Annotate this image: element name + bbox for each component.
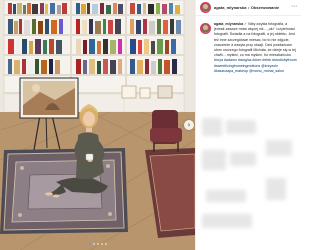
photo-illustration (0, 0, 195, 250)
carousel-dot (104, 243, 107, 245)
post-side-panel: agata_mlynarska • Obserwowanie ⋯ agata_m… (195, 0, 301, 250)
verified-badge-icon: ✔ (244, 22, 248, 26)
caption-hashtags[interactable]: #ruya #adamo #awg/ca #dom #etek #studiob… (214, 58, 297, 72)
caption-avatar[interactable] (200, 23, 211, 34)
caption-body: Niby zwykła fotografia, a jednak zawsze … (214, 22, 296, 58)
carousel-dot (88, 243, 91, 245)
caption-text: agata_mlynarska ✔ Niby zwykła fotografia… (214, 22, 298, 74)
blurred-comment (266, 178, 286, 200)
carousel-dot (92, 243, 95, 245)
blurred-comment (202, 214, 252, 228)
post-photo[interactable]: › (0, 0, 195, 250)
post-header: agata_mlynarska • Obserwowanie ⋯ (196, 0, 301, 16)
blurred-comment (226, 120, 256, 134)
blurred-comment (230, 152, 256, 166)
carousel-dot (100, 243, 103, 245)
chevron-right-icon[interactable]: › (184, 120, 194, 130)
blurred-comment (202, 118, 222, 136)
ellipsis-icon[interactable]: ⋯ (291, 3, 297, 10)
header-separator: • (247, 5, 250, 10)
instagram-post: › agata_mlynarska • Obserwowanie ⋯ agata… (0, 0, 301, 250)
blurred-comment (202, 150, 226, 170)
carousel-dots (0, 243, 195, 245)
header-username[interactable]: agata_mlynarska (214, 5, 246, 10)
caption: agata_mlynarska ✔ Niby zwykła fotografia… (200, 22, 300, 74)
caption-username[interactable]: agata_mlynarska (214, 22, 243, 26)
follow-button[interactable]: Obserwowanie (251, 5, 279, 10)
avatar[interactable] (200, 2, 211, 13)
blurred-comment (266, 140, 292, 156)
carousel-dot (96, 243, 99, 245)
blurred-comment (206, 190, 246, 202)
